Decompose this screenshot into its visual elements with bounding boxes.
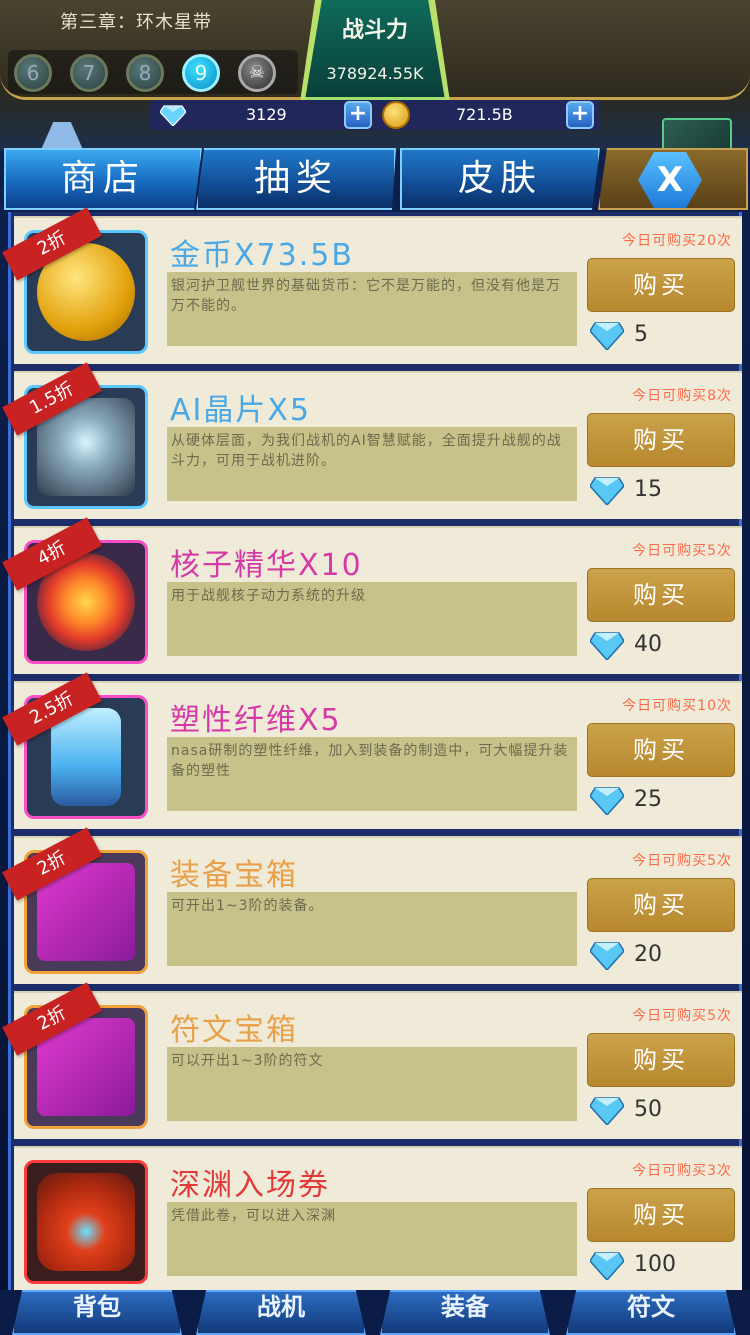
item-description: 凭借此卷，可以进入深渊 — [167, 1202, 577, 1276]
purchase-limit: 今日可购买5次 — [632, 543, 732, 559]
resource-bar — [150, 100, 600, 130]
buy-button[interactable]: 购买 — [587, 258, 735, 312]
item-price: 15 — [634, 477, 662, 502]
purchase-limit: 今日可购买20次 — [622, 233, 732, 249]
item-price: 50 — [634, 1097, 662, 1122]
buy-button[interactable]: 购买 — [587, 413, 735, 467]
tab-shop[interactable]: 商店 — [4, 148, 202, 210]
purchase-limit: 今日可购买5次 — [632, 853, 732, 869]
item-thumbnail — [24, 1160, 148, 1284]
item-price: 100 — [634, 1252, 676, 1277]
purchase-limit: 今日可购买5次 — [632, 1008, 732, 1024]
item-description: 用于战舰核子动力系统的升级 — [167, 582, 577, 656]
stage-button-8[interactable]: 8 — [126, 54, 164, 92]
power-label: 战斗力 — [341, 18, 408, 43]
diamond-icon — [590, 632, 624, 660]
abyss-ticket-icon — [37, 1173, 135, 1271]
item-name: 金币X73.5B — [170, 238, 354, 273]
shop-item: 深渊入场券 凭借此卷，可以进入深渊 今日可购买3次 购买 100 — [14, 1146, 742, 1294]
diamond-icon — [590, 1097, 624, 1125]
power-value: 378924.55K — [326, 64, 424, 83]
item-description: 可开出1~3阶的装备。 — [167, 892, 577, 966]
shop-item: 1.5折 AI晶片X5 从硬体层面，为我们战机的AI智慧赋能，全面提升战舰的战斗… — [2, 362, 742, 519]
diamond-icon — [590, 942, 624, 970]
diamond-icon — [590, 787, 624, 815]
stage-button-7[interactable]: 7 — [70, 54, 108, 92]
diamond-icon — [160, 105, 186, 126]
coin-count: 721.5B — [456, 105, 513, 124]
buy-button[interactable]: 购买 — [587, 1188, 735, 1242]
nav-equipment[interactable]: 装备 — [380, 1290, 550, 1335]
add-coins-button[interactable]: + — [566, 101, 594, 129]
item-price: 40 — [634, 632, 662, 657]
shop-item: 2折 金币X73.5B 银河护卫舰世界的基础货币：它不是万能的，但没有他是万万不… — [2, 207, 742, 364]
purchase-limit: 今日可购买10次 — [622, 698, 732, 714]
buy-button[interactable]: 购买 — [587, 723, 735, 777]
item-price: 25 — [634, 787, 662, 812]
item-name: 深渊入场券 — [170, 1168, 330, 1203]
item-name: 符文宝箱 — [170, 1013, 298, 1048]
bottom-nav: 背包 战机 装备 符文 — [0, 1290, 750, 1335]
plastic-fiber-icon — [51, 708, 121, 806]
purchase-limit: 今日可购买3次 — [632, 1163, 732, 1179]
gem-count: 3129 — [246, 105, 287, 124]
item-name: 装备宝箱 — [170, 858, 298, 893]
shop-item: 2折 符文宝箱 可以开出1~3阶的符文 今日可购买5次 购买 50 — [2, 982, 742, 1139]
add-gems-button[interactable]: + — [344, 101, 372, 129]
shop-item: 2.5折 塑性纤维X5 nasa研制的塑性纤维，加入到装备的制造中，可大幅提升装… — [2, 672, 742, 829]
nav-rune[interactable]: 符文 — [566, 1290, 736, 1335]
item-description: 从硬体层面，为我们战机的AI智慧赋能，全面提升战舰的战斗力，可用于战机进阶。 — [167, 427, 577, 501]
stage-button-6[interactable]: 6 — [14, 54, 52, 92]
buy-button[interactable]: 购买 — [587, 1033, 735, 1087]
nav-bag[interactable]: 背包 — [12, 1290, 182, 1335]
stage-button-9[interactable]: 9 — [182, 54, 220, 92]
diamond-icon — [590, 1252, 624, 1280]
buy-button[interactable]: 购买 — [587, 568, 735, 622]
nav-fighter[interactable]: 战机 — [196, 1290, 366, 1335]
diamond-icon — [590, 322, 624, 350]
purchase-limit: 今日可购买8次 — [632, 388, 732, 404]
item-name: 核子精华X10 — [170, 548, 363, 583]
game-screen: 第三章：环木星带 6 7 8 9 ☠ 战斗力 378924.55K 3129 +… — [0, 0, 750, 1335]
shop-list[interactable]: 2折 金币X73.5B 银河护卫舰世界的基础货币：它不是万能的，但没有他是万万不… — [2, 207, 742, 1294]
tab-bar: 商店 抽奖 皮肤 — [0, 148, 750, 212]
item-description: nasa研制的塑性纤维，加入到装备的制造中，可大幅提升装备的塑性 — [167, 737, 577, 811]
boss-stage-skull-icon[interactable]: ☠ — [238, 54, 276, 92]
item-name: AI晶片X5 — [170, 393, 312, 428]
coin-icon — [382, 101, 410, 129]
item-price: 20 — [634, 942, 662, 967]
tab-lottery[interactable]: 抽奖 — [196, 148, 396, 210]
tab-skin[interactable]: 皮肤 — [400, 148, 600, 210]
item-price: 5 — [634, 322, 648, 347]
chapter-title: 第三章：环木星带 — [60, 12, 212, 33]
diamond-icon — [590, 477, 624, 505]
item-description: 银河护卫舰世界的基础货币：它不是万能的，但没有他是万万不能的。 — [167, 272, 577, 346]
item-name: 塑性纤维X5 — [170, 703, 342, 738]
shop-item: 4折 核子精华X10 用于战舰核子动力系统的升级 今日可购买5次 购买 40 — [2, 517, 742, 674]
shop-item: 2折 装备宝箱 可开出1~3阶的装备。 今日可购买5次 购买 20 — [2, 827, 742, 984]
buy-button[interactable]: 购买 — [587, 878, 735, 932]
item-description: 可以开出1~3阶的符文 — [167, 1047, 577, 1121]
